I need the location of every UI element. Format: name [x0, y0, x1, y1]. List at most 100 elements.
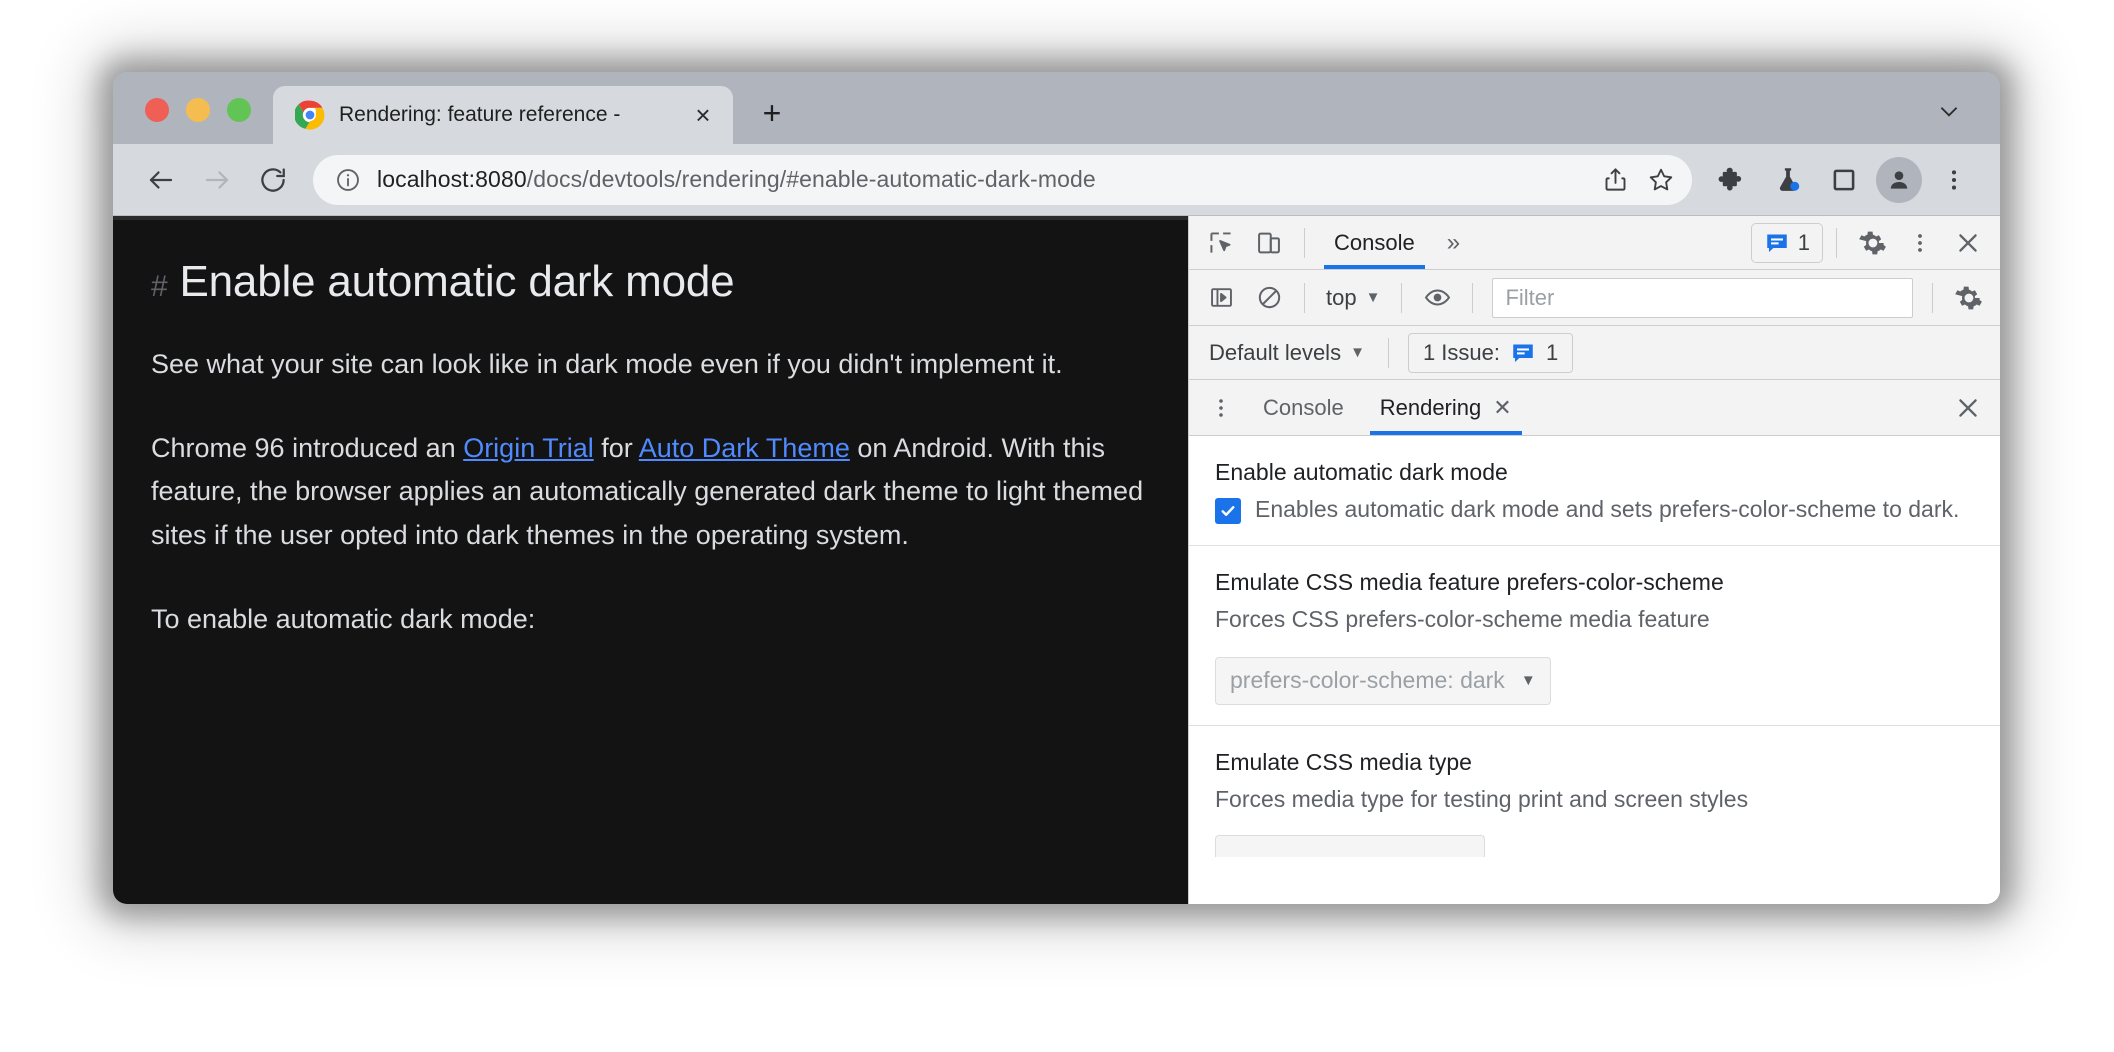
new-tab-button[interactable]: +: [749, 90, 795, 136]
close-icon[interactable]: [1946, 222, 1990, 264]
p2-part2: for: [593, 432, 639, 463]
filter-input[interactable]: Filter: [1492, 277, 1913, 318]
option-description: Forces media type for testing print and …: [1215, 785, 1749, 812]
drawer-tab-rendering[interactable]: Rendering ✕: [1364, 380, 1528, 435]
tab-title: Rendering: feature reference -: [339, 103, 621, 126]
clear-console-icon[interactable]: [1247, 277, 1291, 319]
paragraph-intro: See what your site can look like in dark…: [151, 349, 1063, 379]
console-levels-bar: Default levels ▼ 1 Issue: 1: [1189, 326, 2000, 380]
devtools-panel: Console » 1 top ▼ Filter Default levels …: [1188, 216, 2000, 904]
divider: [1387, 337, 1389, 368]
tab-strip: Rendering: feature reference - × +: [113, 72, 2000, 144]
divider: [1932, 282, 1933, 313]
divider: [1472, 282, 1474, 313]
viewport: # Enable automatic dark mode See what yo…: [113, 216, 2000, 904]
issues-summary-count: 1: [1545, 339, 1559, 365]
chevron-down-icon[interactable]: [1926, 88, 1972, 134]
screenshot-root: Rendering: feature reference - × + local…: [0, 0, 2114, 1052]
option-description: Forces CSS prefers-color-scheme media fe…: [1215, 605, 1710, 632]
rendering-option-prefers-color-scheme: Emulate CSS media feature prefers-color-…: [1189, 544, 2000, 725]
address-bar[interactable]: localhost:8080/docs/devtools/rendering/#…: [313, 154, 1692, 205]
paragraph-instructions: To enable automatic dark mode:: [151, 603, 536, 634]
option-title: Enable automatic dark mode: [1215, 459, 1508, 485]
console-sidebar-icon[interactable]: [1199, 277, 1243, 319]
close-window-button[interactable]: [145, 98, 169, 122]
three-dot-icon[interactable]: [1928, 154, 1980, 206]
browser-toolbar: localhost:8080/docs/devtools/rendering/#…: [113, 144, 2000, 216]
flask-icon[interactable]: [1762, 154, 1814, 206]
p2-part1: Chrome 96 introduced an: [151, 432, 464, 463]
back-arrow-icon[interactable]: [135, 154, 187, 206]
close-tab-button[interactable]: ×: [687, 99, 719, 131]
browser-window: Rendering: feature reference - × + local…: [113, 72, 2000, 904]
side-panel-icon[interactable]: [1818, 154, 1870, 206]
url-host: localhost:8080: [377, 166, 527, 192]
log-levels-value: Default levels: [1209, 339, 1342, 365]
auto-dark-theme-link[interactable]: Auto Dark Theme: [639, 433, 850, 463]
reload-icon[interactable]: [247, 154, 299, 206]
tab-console-label: Console: [1334, 229, 1415, 255]
avatar[interactable]: [1876, 156, 1922, 203]
web-page: # Enable automatic dark mode See what yo…: [113, 216, 1188, 904]
anchor-link-icon[interactable]: #: [151, 268, 168, 306]
drawer-tab-bar: Console Rendering ✕: [1189, 380, 2000, 436]
more-panels-icon[interactable]: »: [1435, 229, 1472, 257]
issues-summary-label: 1 Issue:: [1422, 339, 1500, 365]
checkbox-checked-icon[interactable]: [1215, 497, 1241, 524]
issue-message-icon: [1764, 230, 1790, 256]
tab-console[interactable]: Console: [1318, 216, 1431, 269]
rendering-panel: Enable automatic dark mode Enables autom…: [1189, 436, 2000, 904]
option-checkbox-row[interactable]: Enables automatic dark mode and sets pre…: [1215, 494, 1972, 525]
three-dot-icon[interactable]: [1898, 222, 1942, 264]
share-icon[interactable]: [1592, 157, 1638, 203]
drawer-tab-console-label: Console: [1263, 394, 1344, 420]
issues-summary-button[interactable]: 1 Issue: 1: [1407, 332, 1574, 373]
rendering-option-auto-dark: Enable automatic dark mode Enables autom…: [1189, 436, 2000, 545]
browser-tab[interactable]: Rendering: feature reference - ×: [273, 86, 733, 144]
device-toolbar-icon[interactable]: [1247, 222, 1291, 264]
inspect-icon[interactable]: [1199, 222, 1243, 264]
chevron-down-icon: ▼: [1520, 672, 1536, 690]
devtools-main-toolbar: Console » 1: [1189, 216, 2000, 270]
forward-arrow-icon[interactable]: [191, 154, 243, 206]
prefers-color-scheme-value: prefers-color-scheme: dark: [1230, 667, 1505, 694]
divider: [1304, 282, 1305, 313]
drawer-tab-console[interactable]: Console: [1247, 380, 1360, 435]
drawer-tab-rendering-label: Rendering: [1379, 394, 1482, 420]
chevron-down-icon: ▼: [1365, 289, 1381, 306]
option-title: Emulate CSS media feature prefers-color-…: [1215, 568, 1724, 595]
divider: [1836, 227, 1837, 258]
prefers-color-scheme-select[interactable]: prefers-color-scheme: dark ▼: [1215, 656, 1551, 705]
gear-icon[interactable]: [1946, 277, 1990, 319]
execution-context-value: top: [1326, 284, 1357, 310]
star-icon[interactable]: [1638, 157, 1684, 203]
chevron-down-icon: ▼: [1350, 344, 1365, 361]
chrome-logo-icon: [294, 100, 325, 130]
url-text: localhost:8080/docs/devtools/rendering/#…: [365, 166, 1592, 193]
divider: [1304, 227, 1305, 258]
media-type-select[interactable]: [1215, 834, 1485, 857]
window-controls: [113, 98, 273, 144]
close-drawer-icon[interactable]: [1946, 387, 1990, 429]
url-path: /docs/devtools/rendering/#enable-automat…: [526, 166, 1096, 192]
site-info-icon[interactable]: [331, 167, 365, 193]
puzzle-icon[interactable]: [1706, 154, 1758, 206]
close-rendering-tab-icon[interactable]: ✕: [1493, 395, 1511, 421]
option-description: Enables automatic dark mode and sets pre…: [1255, 495, 1960, 522]
three-dot-icon[interactable]: [1199, 387, 1243, 429]
execution-context-selector[interactable]: top ▼: [1318, 285, 1388, 311]
maximize-window-button[interactable]: [227, 98, 251, 122]
page-scrollbar[interactable]: [113, 216, 1188, 220]
origin-trial-link[interactable]: Origin Trial: [463, 433, 594, 463]
issues-count: 1: [1797, 229, 1810, 255]
issues-badge[interactable]: 1: [1750, 222, 1823, 263]
divider: [1401, 282, 1403, 313]
option-title: Emulate CSS media type: [1215, 748, 1472, 775]
paragraph-origin-trial: Chrome 96 introduced an Origin Trial for…: [151, 427, 1144, 558]
issue-message-icon: [1510, 340, 1536, 366]
gear-icon[interactable]: [1850, 222, 1894, 264]
log-levels-selector[interactable]: Default levels ▼: [1199, 340, 1375, 366]
page-title-text: Enable automatic dark mode: [179, 257, 735, 306]
live-expression-icon[interactable]: [1415, 277, 1459, 319]
minimize-window-button[interactable]: [186, 98, 210, 122]
